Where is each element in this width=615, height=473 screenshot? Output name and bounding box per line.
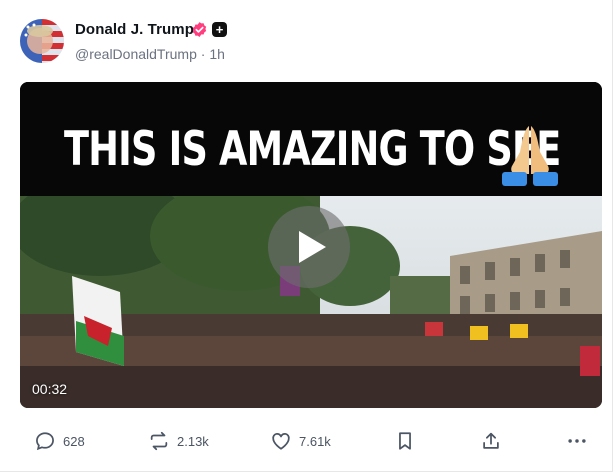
- heart-icon: [272, 432, 290, 450]
- reply-button[interactable]: 628: [34, 430, 85, 452]
- banner-text: THIS IS AMAZING TO SEE: [64, 122, 561, 177]
- post-time[interactable]: 1h: [209, 46, 225, 62]
- author-handle[interactable]: @realDonaldTrump: [75, 46, 197, 62]
- author-name[interactable]: Donald J. Trump: [75, 21, 194, 38]
- reply-count: 628: [63, 433, 85, 449]
- play-icon: [299, 231, 326, 263]
- like-button[interactable]: 7.61k: [270, 430, 331, 452]
- share-button[interactable]: [480, 430, 502, 452]
- avatar[interactable]: [20, 19, 64, 63]
- post-card: Donald J. Trump + @realDonaldTrump · 1h …: [0, 0, 613, 472]
- video-duration: 00:32: [32, 381, 68, 397]
- bookmark-icon: [399, 432, 411, 450]
- handle-row: @realDonaldTrump · 1h: [75, 46, 225, 62]
- video-player[interactable]: THIS IS AMAZING TO SEE 00:32: [20, 82, 602, 408]
- reply-icon: [36, 432, 54, 451]
- avatar-image: [20, 19, 64, 63]
- video-banner: THIS IS AMAZING TO SEE: [20, 82, 602, 196]
- more-icon: [568, 439, 586, 443]
- verified-check-icon: [192, 22, 207, 37]
- separator: ·: [200, 46, 206, 62]
- like-count: 7.61k: [299, 433, 331, 449]
- repost-button[interactable]: 2.13k: [148, 430, 209, 452]
- repost-count: 2.13k: [177, 433, 209, 449]
- action-bar: 628 2.13k 7.61k: [0, 420, 613, 464]
- praying-hands-icon: [502, 126, 558, 186]
- play-button[interactable]: [268, 206, 350, 288]
- more-button[interactable]: [566, 430, 588, 452]
- share-icon: [483, 432, 499, 449]
- plus-icon: +: [212, 22, 227, 37]
- repost-icon: [150, 431, 168, 451]
- bookmark-button[interactable]: [394, 430, 416, 452]
